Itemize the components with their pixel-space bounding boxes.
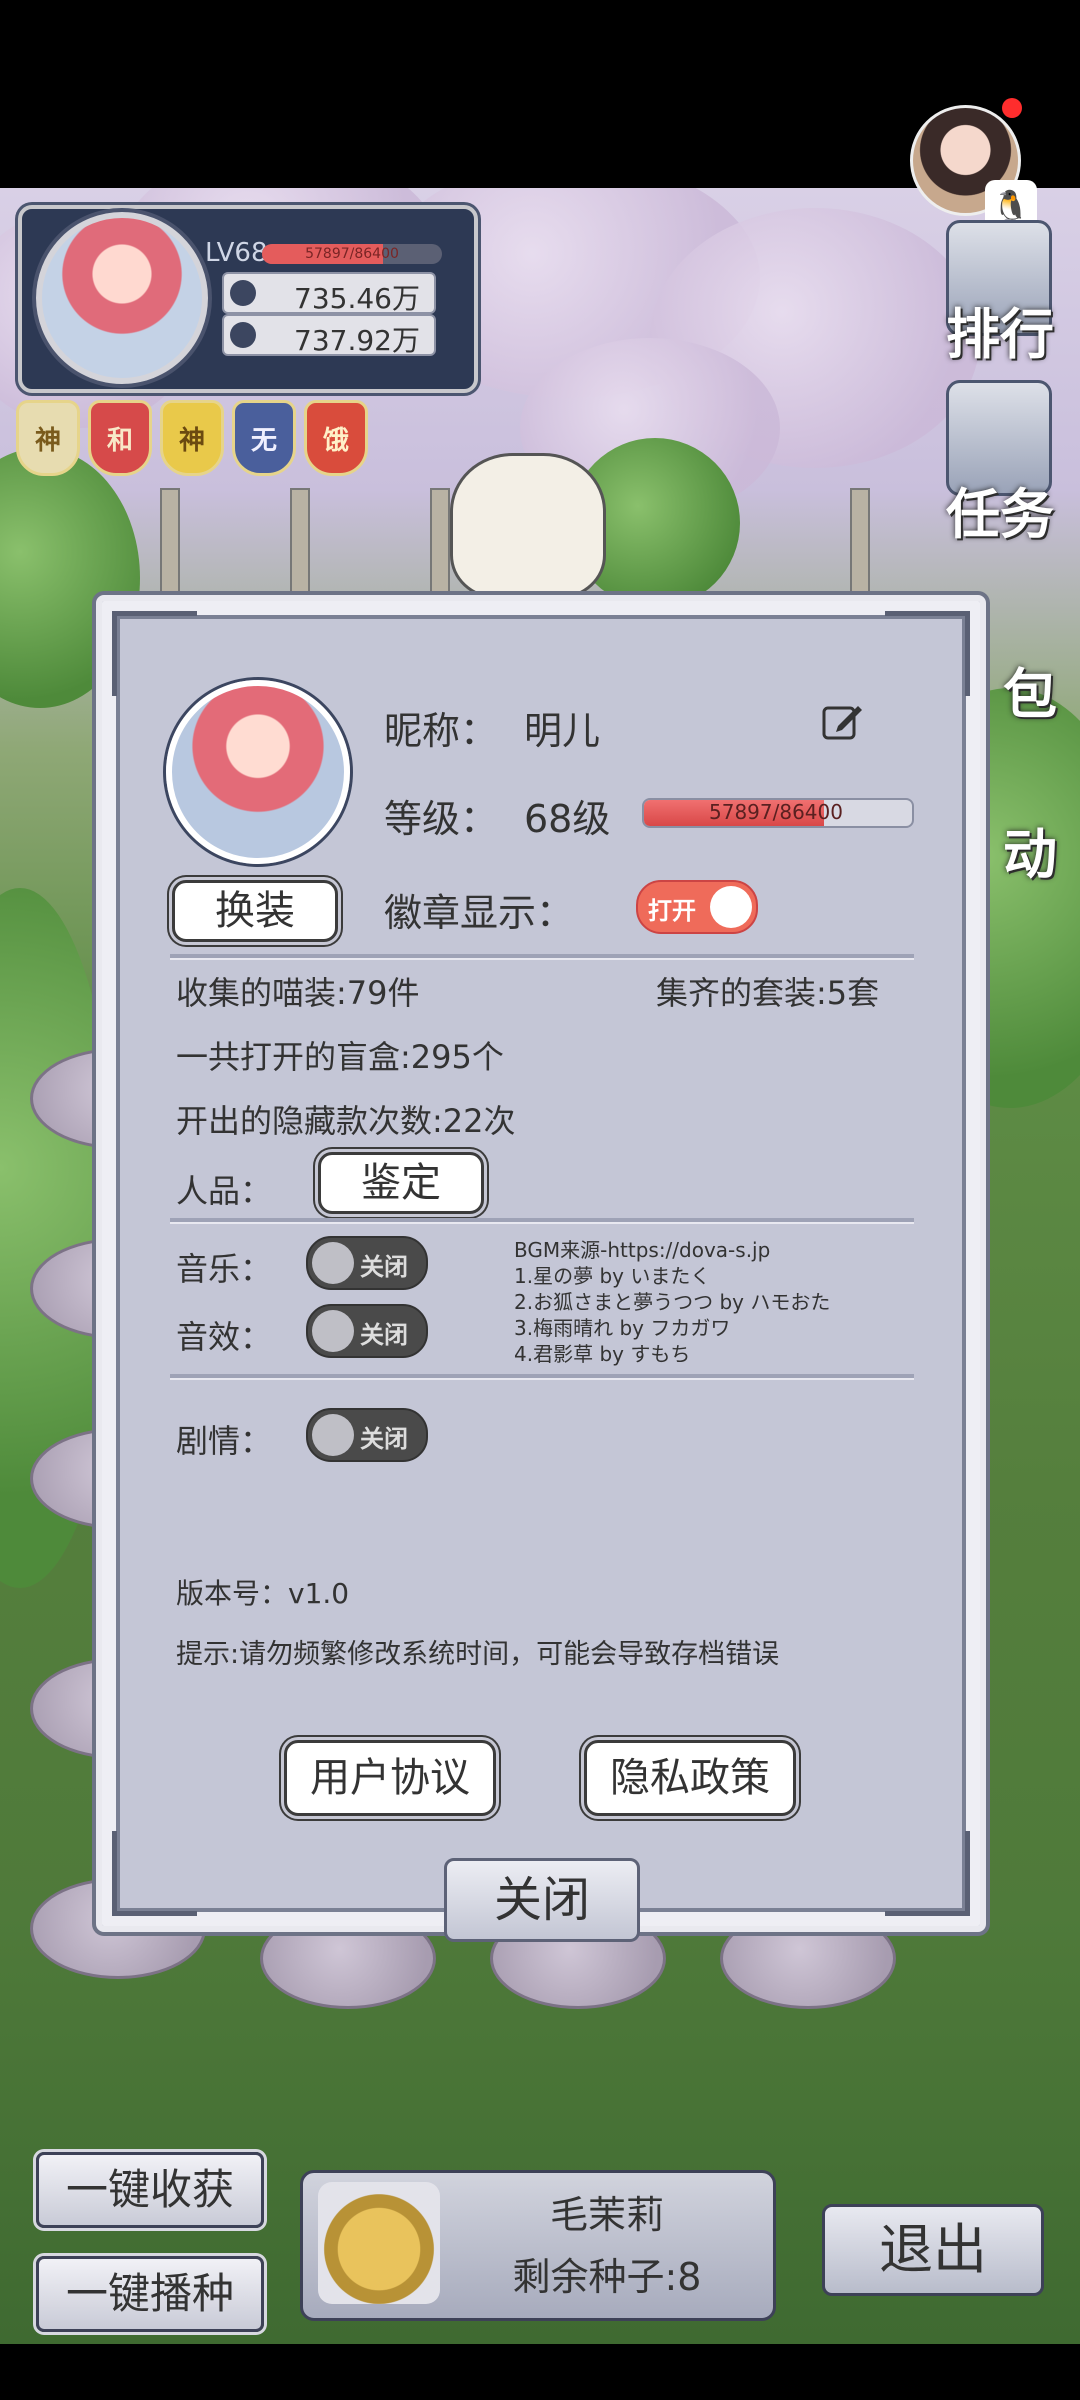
resource-value-2: 737.92万 (294, 324, 420, 357)
nickname-value: 明儿 (524, 709, 601, 753)
music-label: 音乐： (176, 1250, 273, 1288)
harvest-all-button[interactable]: 一键收获 (36, 2152, 264, 2228)
toggle-knob (312, 1242, 354, 1284)
toggle-knob (312, 1310, 354, 1352)
profile-avatar (166, 680, 350, 864)
resource-value-1: 735.46万 (294, 282, 420, 315)
bgm-track-1: 1.星の夢 by いまたく (514, 1264, 711, 1288)
privacy-policy-button[interactable]: 隐私政策 (584, 1740, 796, 1816)
bgm-track-4: 4.君影草 by すもち (514, 1342, 691, 1366)
story-toggle[interactable]: 关闭 (306, 1408, 428, 1462)
story-label: 剧情： (176, 1422, 273, 1460)
badge-4[interactable]: 饿 (304, 400, 368, 476)
bgm-source: BGM来源-https://dova-s.jp (514, 1238, 771, 1262)
seed-name: 毛茉莉 (549, 2193, 664, 2237)
edit-icon[interactable] (820, 700, 864, 744)
cat-character[interactable] (450, 453, 606, 599)
player-xp-text: 57897/86400 (305, 246, 399, 262)
badge-display-label: 徽章显示： (384, 891, 575, 935)
sfx-toggle[interactable]: 关闭 (306, 1304, 428, 1358)
appraise-button[interactable]: 鉴定 (318, 1152, 484, 1214)
resource-box-2: 737.92万 (222, 314, 436, 357)
leaf-icon (230, 322, 256, 348)
player-level: LV68 (205, 238, 268, 268)
toggle-off-label: 关闭 (360, 1253, 408, 1281)
hidden-count: 开出的隐藏款次数:22次 (176, 1102, 516, 1140)
nickname-label: 昵称： (384, 709, 499, 753)
blind-box-count: 一共打开的盲盒:295个 (176, 1038, 504, 1076)
badge-2[interactable]: 神 (160, 400, 224, 476)
divider (170, 1374, 914, 1380)
exit-button[interactable]: 退出 (822, 2204, 1044, 2296)
sow-all-button[interactable]: 一键播种 (36, 2256, 264, 2332)
close-button[interactable]: 关闭 (444, 1858, 640, 1942)
xp-text: 57897/86400 (709, 800, 843, 824)
bgm-track-2: 2.お狐さまと夢うつつ by ハモおた (514, 1290, 831, 1314)
rank-button[interactable]: 排行 (930, 290, 1070, 369)
player-avatar[interactable] (36, 212, 208, 384)
heart-icon (230, 280, 256, 306)
toggle-off-label: 关闭 (360, 1321, 408, 1349)
user-agreement-button[interactable]: 用户协议 (284, 1740, 496, 1816)
outfit-button[interactable]: 换装 (172, 880, 338, 942)
task-button[interactable]: 任务 (930, 470, 1070, 549)
seeds-left: 剩余种子:8 (512, 2255, 702, 2299)
live-dot (1002, 98, 1022, 118)
level-value: 68级 (524, 797, 611, 841)
toggle-on-label: 打开 (648, 897, 696, 925)
toggle-knob (710, 886, 752, 928)
seed-bag-icon (318, 2182, 440, 2304)
complete-sets: 集齐的套装:5套 (656, 974, 880, 1012)
bgm-track-3: 3.梅雨晴れ by フカガワ (514, 1316, 731, 1340)
level-label: 等级： (384, 797, 499, 841)
character-label: 人品： (176, 1172, 273, 1210)
tip-text: 提示:请勿频繁修改系统时间，可能会导致存档错误 (176, 1639, 780, 1670)
badge-3[interactable]: 无 (232, 400, 296, 476)
toggle-off-label: 关闭 (360, 1425, 408, 1453)
badge-display-toggle[interactable]: 打开 (636, 880, 758, 934)
music-toggle[interactable]: 关闭 (306, 1236, 428, 1290)
badge-1[interactable]: 和 (88, 400, 152, 476)
collected-outfits: 收集的喵装:79件 (176, 974, 420, 1012)
toggle-knob (312, 1414, 354, 1456)
divider (170, 954, 914, 960)
badge-0[interactable]: 神 (16, 400, 80, 476)
resource-box-1: 735.46万 (222, 272, 436, 315)
version-text: 版本号：v1.0 (176, 1577, 350, 1610)
sfx-label: 音效： (176, 1318, 273, 1356)
divider (170, 1218, 914, 1224)
